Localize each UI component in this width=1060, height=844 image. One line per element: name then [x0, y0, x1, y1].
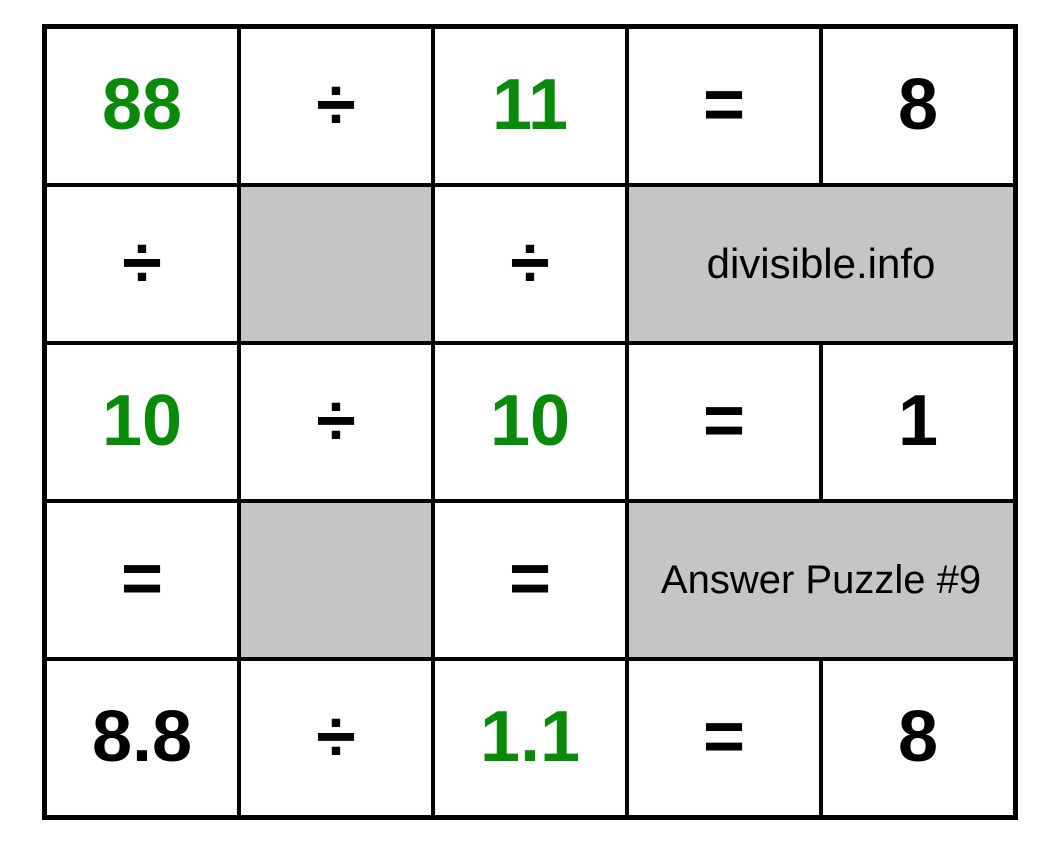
cell-r4-label-puzzle: Answer Puzzle #9	[627, 501, 1015, 659]
cell-r3c1: 10	[45, 343, 239, 501]
cell-r1c4-equals: =	[627, 27, 821, 185]
cell-r1c3: 11	[433, 27, 627, 185]
cell-r5c2-divide: ÷	[239, 659, 433, 817]
cell-r2-label-site: divisible.info	[627, 185, 1015, 343]
cell-r5c3: 1.1	[433, 659, 627, 817]
cell-r5c4-equals: =	[627, 659, 821, 817]
cell-r2c2-blank	[239, 185, 433, 343]
cell-r1c1: 88	[45, 27, 239, 185]
cell-r3c5: 1	[821, 343, 1015, 501]
puzzle-grid: 88 ÷ 11 = 8 ÷ ÷ divisible.info 10 ÷ 10 =…	[42, 24, 1018, 820]
cell-r1c5: 8	[821, 27, 1015, 185]
cell-r4c1-equals: =	[45, 501, 239, 659]
cell-r4c3-equals: =	[433, 501, 627, 659]
cell-r3c4-equals: =	[627, 343, 821, 501]
cell-r1c2-divide: ÷	[239, 27, 433, 185]
cell-r5c1: 8.8	[45, 659, 239, 817]
cell-r3c2-divide: ÷	[239, 343, 433, 501]
cell-r2c1-divide: ÷	[45, 185, 239, 343]
cell-r3c3: 10	[433, 343, 627, 501]
cell-r5c5: 8	[821, 659, 1015, 817]
cell-r4c2-blank	[239, 501, 433, 659]
cell-r2c3-divide: ÷	[433, 185, 627, 343]
